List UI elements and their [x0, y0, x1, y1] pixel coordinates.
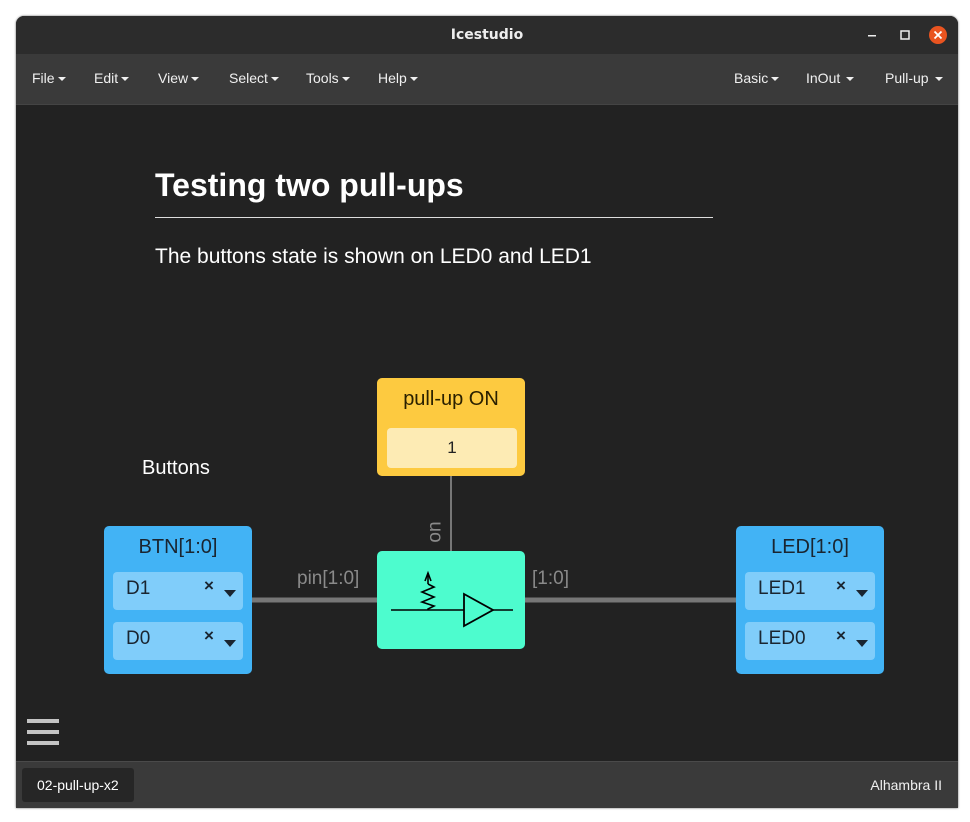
output-block-name: LED[1:0]: [771, 536, 849, 558]
remove-icon[interactable]: ×: [204, 626, 214, 646]
wire-label-out: [1:0]: [532, 568, 569, 589]
pin-label: LED0: [758, 628, 806, 649]
menu-select[interactable]: Select: [229, 54, 279, 104]
menu-edit[interactable]: Edit: [94, 54, 130, 104]
menu-basic[interactable]: Basic: [734, 54, 780, 104]
close-icon[interactable]: [928, 25, 948, 45]
menu-view-label: View: [158, 70, 189, 86]
menu-tools-label: Tools: [306, 70, 339, 86]
menu-tools[interactable]: Tools: [306, 54, 350, 104]
output-pin-select[interactable]: LED0 ×: [745, 622, 875, 660]
dropdown-arrow-icon[interactable]: [224, 640, 236, 647]
input-block-name: BTN[1:0]: [138, 536, 218, 558]
hamburger-line: [27, 730, 59, 734]
input-pin-select[interactable]: D0 ×: [113, 622, 243, 660]
caret-down-icon: [270, 77, 279, 82]
caret-down-icon: [191, 77, 200, 82]
output-block[interactable]: LED[1:0] LED1 × LED0 ×: [736, 526, 884, 674]
title-bar: Icestudio: [16, 16, 958, 54]
file-tab[interactable]: 02-pull-up-x2: [22, 768, 134, 802]
menu-view[interactable]: View: [158, 54, 200, 104]
constant-block-name: pull-up ON: [403, 388, 499, 410]
minimize-icon[interactable]: [862, 25, 882, 45]
pin-label: LED1: [758, 578, 806, 599]
window-title: Icestudio: [450, 27, 524, 43]
input-pin-select[interactable]: D1 ×: [113, 572, 243, 610]
dropdown-arrow-icon[interactable]: [856, 640, 868, 647]
design-canvas[interactable]: Testing two pull-ups The buttons state i…: [16, 105, 958, 761]
caret-down-icon: [409, 77, 418, 82]
menu-inout[interactable]: InOut: [806, 54, 855, 104]
menu-pullup-label: Pull-up: [885, 70, 929, 86]
remove-icon[interactable]: ×: [204, 576, 214, 596]
menu-inout-label: InOut: [806, 70, 841, 86]
hamburger-line: [27, 741, 59, 745]
menu-file-label: File: [32, 70, 55, 86]
caret-down-icon: [57, 77, 66, 82]
caret-down-icon: [934, 77, 943, 82]
app-window: Icestudio File Edit View Select Tools He…: [16, 16, 958, 808]
caret-down-icon: [846, 77, 855, 82]
remove-icon[interactable]: ×: [836, 576, 846, 596]
menu-edit-label: Edit: [94, 70, 119, 86]
pullup-block[interactable]: [377, 551, 525, 649]
input-block[interactable]: BTN[1:0] D1 × D0 ×: [104, 526, 252, 674]
hamburger-menu-icon[interactable]: [27, 719, 59, 749]
menu-file[interactable]: File: [32, 54, 66, 104]
wire-label-on: on: [424, 521, 446, 543]
pin-label: D1: [126, 578, 151, 599]
caret-down-icon: [771, 77, 780, 82]
menu-bar: File Edit View Select Tools Help Basic I…: [16, 54, 958, 105]
maximize-icon[interactable]: [895, 25, 915, 45]
board-name[interactable]: Alhambra II: [870, 762, 942, 808]
output-pin-select[interactable]: LED1 ×: [745, 572, 875, 610]
dropdown-arrow-icon[interactable]: [856, 590, 868, 597]
constant-value-input[interactable]: [387, 428, 517, 468]
menu-help-label: Help: [378, 70, 407, 86]
status-bar: 02-pull-up-x2 Alhambra II: [16, 761, 958, 808]
remove-icon[interactable]: ×: [836, 626, 846, 646]
menu-pullup[interactable]: Pull-up: [885, 54, 943, 104]
dropdown-arrow-icon[interactable]: [224, 590, 236, 597]
wire-label-pin: pin[1:0]: [297, 568, 360, 589]
menu-help[interactable]: Help: [378, 54, 418, 104]
hamburger-line: [27, 719, 59, 723]
pin-label: D0: [126, 628, 151, 649]
menu-select-label: Select: [229, 70, 268, 86]
pullup-symbol-icon: [391, 570, 513, 628]
caret-down-icon: [121, 77, 130, 82]
constant-block[interactable]: pull-up ON: [377, 378, 525, 476]
caret-down-icon: [341, 77, 350, 82]
menu-basic-label: Basic: [734, 70, 769, 86]
